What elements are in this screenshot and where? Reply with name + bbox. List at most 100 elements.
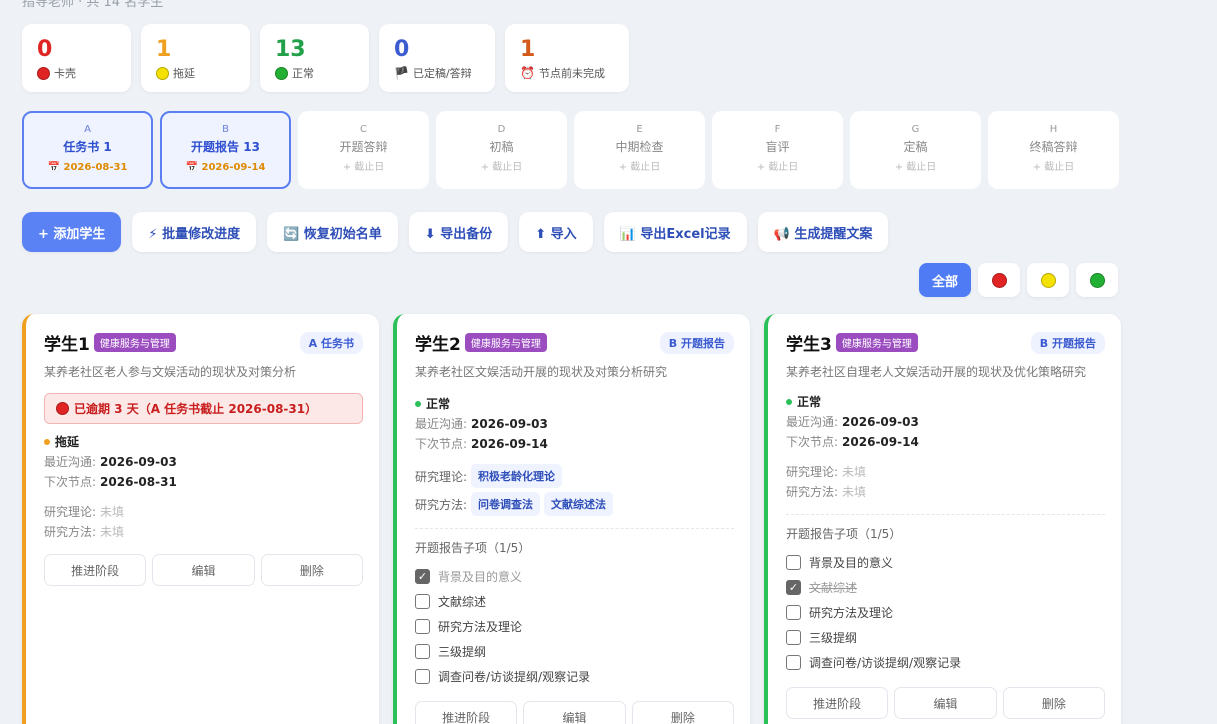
checkbox-icon[interactable] bbox=[786, 655, 801, 670]
advance-stage-button[interactable]: 推进阶段 bbox=[786, 687, 889, 719]
next-node-value: 2026-09-14 bbox=[471, 437, 548, 451]
stage-d[interactable]: D 初稿 + 截止日 bbox=[436, 111, 567, 189]
add-student-button[interactable]: + 添加学生 bbox=[22, 212, 122, 252]
thesis-topic: 某养老社区自理老人文娱活动开展的现状及优化策略研究 bbox=[786, 365, 1087, 379]
stage-deadline-add[interactable]: + 截止日 bbox=[990, 161, 1117, 175]
stage-code: B bbox=[222, 124, 229, 135]
subitem-row[interactable]: 研究方法及理论 bbox=[415, 614, 734, 639]
filter-red-button[interactable] bbox=[978, 263, 1020, 297]
stage-deadline-add[interactable]: + 截止日 bbox=[300, 161, 427, 175]
delete-button[interactable]: 删除 bbox=[1002, 687, 1105, 719]
stage-h[interactable]: H 终稿答辩 + 截止日 bbox=[988, 111, 1119, 189]
student-name: 学生1 bbox=[44, 335, 90, 355]
checkbox-icon[interactable] bbox=[786, 555, 801, 570]
stage-deadline-add[interactable]: + 截止日 bbox=[576, 161, 703, 175]
method-label: 研究方法: bbox=[44, 525, 97, 539]
stage-deadline-add[interactable]: + 截止日 bbox=[852, 161, 979, 175]
stat-normal[interactable]: 13 正常 bbox=[260, 24, 369, 92]
yellow-dot-icon bbox=[156, 66, 169, 80]
stat-delay[interactable]: 1 拖延 bbox=[141, 24, 250, 92]
subitem-row[interactable]: 三级提纲 bbox=[786, 625, 1105, 650]
stat-label: 拖延 bbox=[173, 67, 195, 80]
restore-list-button[interactable]: 🔄 恢复初始名单 bbox=[267, 212, 398, 252]
checkbox-icon[interactable] bbox=[415, 594, 430, 609]
stage-e[interactable]: E 中期检查 + 截止日 bbox=[574, 111, 705, 189]
calendar-icon: 📅 bbox=[185, 162, 198, 173]
theory-chip: 积极老龄化理论 bbox=[471, 464, 563, 488]
delete-button[interactable]: 删除 bbox=[260, 554, 363, 586]
method-chip: 问卷调查法 bbox=[471, 492, 541, 516]
stage-g[interactable]: G 定稿 + 截止日 bbox=[850, 111, 981, 189]
subitem-row[interactable]: ✓ 背景及目的意义 bbox=[415, 564, 734, 589]
green-dot-icon bbox=[275, 66, 288, 80]
batch-edit-button[interactable]: ⚡ 批量修改进度 bbox=[132, 212, 257, 252]
subitem-row[interactable]: ✓ 文献综述 bbox=[786, 575, 1105, 600]
status-text: 正常 bbox=[426, 397, 451, 411]
delete-button[interactable]: 删除 bbox=[631, 701, 734, 724]
last-contact-label: 最近沟通: bbox=[786, 415, 839, 429]
stage-b[interactable]: B 开题报告 13 📅 2026-09-14 bbox=[160, 111, 291, 189]
filter-all-button[interactable]: 全部 bbox=[919, 263, 971, 297]
method-chip: 文献综述法 bbox=[544, 492, 614, 516]
checkbox-icon[interactable] bbox=[415, 669, 430, 684]
export-backup-button[interactable]: ⬇ 导出备份 bbox=[408, 212, 509, 252]
stat-finalized[interactable]: 0 🏴 已定稿/答辩 bbox=[379, 24, 495, 92]
stat-label: 节点前未完成 bbox=[538, 67, 605, 80]
flag-icon: 🏴 bbox=[394, 65, 409, 80]
status-text: 正常 bbox=[797, 395, 822, 409]
stage-a[interactable]: A 任务书 1 📅 2026-08-31 bbox=[22, 111, 153, 189]
next-node-label: 下次节点: bbox=[786, 435, 839, 449]
advance-stage-button[interactable]: 推进阶段 bbox=[44, 554, 147, 586]
export-excel-button[interactable]: 📊 导出Excel记录 bbox=[603, 212, 747, 252]
stage-name: 任务书 1 bbox=[63, 140, 112, 154]
filter-green-button[interactable] bbox=[1076, 263, 1118, 297]
yellow-dot-icon bbox=[1040, 272, 1056, 288]
red-dot-icon bbox=[37, 66, 50, 80]
stage-badge: B 开题报告 bbox=[659, 331, 734, 354]
next-node-label: 下次节点: bbox=[415, 437, 468, 451]
stage-code: C bbox=[360, 124, 367, 135]
advance-stage-button[interactable]: 推进阶段 bbox=[415, 701, 518, 724]
student-card: 学生3 健康服务与管理 B 开题报告 某养老社区自理老人文娱活动开展的现状及优化… bbox=[764, 314, 1121, 724]
generate-reminder-button[interactable]: 📢 生成提醒文案 bbox=[757, 212, 889, 252]
stage-code: H bbox=[1049, 124, 1058, 135]
theory-label: 研究理论: bbox=[415, 469, 468, 484]
student-card: 学生1 健康服务与管理 A 任务书 某养老社区老人参与文娱活动的现状及对策分析 … bbox=[22, 314, 379, 724]
subitem-row[interactable]: 文献综述 bbox=[415, 589, 734, 614]
checkbox-icon[interactable] bbox=[415, 644, 430, 659]
filter-yellow-button[interactable] bbox=[1027, 263, 1069, 297]
theory-label: 研究理论: bbox=[44, 505, 97, 519]
checkbox-icon[interactable] bbox=[786, 605, 801, 620]
subitem-row[interactable]: 调查问卷/访谈提纲/观察记录 bbox=[786, 650, 1105, 675]
checkbox-icon[interactable] bbox=[415, 619, 430, 634]
status-label: 正常 bbox=[786, 393, 1105, 410]
stage-deadline-add[interactable]: + 截止日 bbox=[714, 161, 841, 175]
stat-value: 0 bbox=[37, 37, 53, 62]
stage-f[interactable]: F 盲评 + 截止日 bbox=[712, 111, 843, 189]
edit-button[interactable]: 编辑 bbox=[523, 701, 626, 724]
checkbox-icon[interactable] bbox=[786, 630, 801, 645]
major-tag: 健康服务与管理 bbox=[835, 333, 918, 352]
subitem-row[interactable]: 研究方法及理论 bbox=[786, 600, 1105, 625]
checkbox-checked-icon[interactable]: ✓ bbox=[415, 569, 430, 584]
stat-unfinished[interactable]: 1 ⏰ 节点前未完成 bbox=[505, 24, 629, 92]
subitem-row[interactable]: 背景及目的意义 bbox=[786, 550, 1105, 575]
subitem-row[interactable]: 调查问卷/访谈提纲/观察记录 bbox=[415, 664, 734, 689]
last-contact-value: 2026-09-03 bbox=[471, 417, 548, 431]
theory-value: 未填 bbox=[842, 465, 867, 479]
edit-button[interactable]: 编辑 bbox=[894, 687, 997, 719]
edit-button[interactable]: 编辑 bbox=[152, 554, 255, 586]
next-node-label: 下次节点: bbox=[44, 475, 97, 489]
green-dot-icon bbox=[1089, 272, 1105, 288]
checkbox-checked-icon[interactable]: ✓ bbox=[786, 580, 801, 595]
stage-deadline-add[interactable]: + 截止日 bbox=[438, 161, 565, 175]
stat-value: 0 bbox=[394, 37, 410, 62]
subitem-row[interactable]: 三级提纲 bbox=[415, 639, 734, 664]
import-button[interactable]: ⬆ 导入 bbox=[519, 212, 593, 252]
stats-bar: 0 卡壳 1 拖延 13 正常 0 🏴 已定稿/答辩 1 ⏰ 节点前未完成 bbox=[22, 24, 629, 92]
subitem-label: 调查问卷/访谈提纲/观察记录 bbox=[809, 656, 962, 670]
red-dot-icon bbox=[991, 272, 1007, 288]
stat-stuck[interactable]: 0 卡壳 bbox=[22, 24, 131, 92]
stage-c[interactable]: C 开题答辩 + 截止日 bbox=[298, 111, 429, 189]
divider bbox=[415, 528, 734, 529]
